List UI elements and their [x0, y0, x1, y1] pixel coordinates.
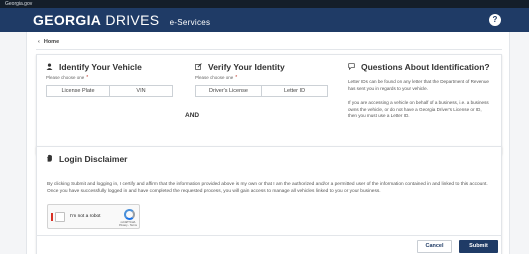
recaptcha-checkbox[interactable]	[55, 212, 65, 222]
recaptcha-privacy-terms[interactable]: Privacy - Terms	[116, 224, 140, 227]
recaptcha-label: I'm not a robot	[70, 214, 101, 219]
questions-heading: Questions About Identification?	[348, 62, 490, 72]
main-content: ‹ Home Identify Your Vehicle Please choos…	[26, 32, 510, 254]
recaptcha-logo-icon	[124, 209, 135, 220]
submit-button[interactable]: Submit	[459, 240, 498, 253]
recaptcha-widget: I'm not a robot reCAPTCHA Privacy - Term…	[47, 204, 140, 229]
identity-choose-label: Please choose one *	[195, 75, 238, 81]
verify-identity-title: Verify Your Identity	[208, 62, 285, 72]
disclaimer-card: Login Disclaimer By clicking Submit and …	[36, 146, 502, 254]
help-icon[interactable]: ?	[489, 14, 501, 26]
required-mark: *	[235, 75, 238, 81]
identify-vehicle-heading: Identify Your Vehicle	[46, 62, 142, 72]
vehicle-id-toggle: License Plate VIN	[46, 85, 173, 97]
logo-georgia: GEORGIA	[33, 12, 102, 28]
disclaimer-text: By clicking Submit and logging in, I cer…	[47, 182, 488, 194]
drivers-license-option[interactable]: Driver's License	[196, 86, 261, 96]
questions-title: Questions About Identification?	[361, 62, 490, 72]
disclaimer-heading: Login Disclaimer	[46, 154, 128, 164]
home-link[interactable]: ‹ Home	[38, 39, 59, 45]
vehicle-choose-label: Please choose one *	[46, 75, 89, 81]
required-mark: *	[86, 75, 89, 81]
person-icon	[46, 63, 55, 72]
disclaimer-title: Login Disclaimer	[59, 154, 128, 164]
identify-vehicle-title: Identify Your Vehicle	[59, 62, 142, 72]
gov-bar: Georgia.gov	[0, 0, 529, 8]
identification-card: Identify Your Vehicle Please choose one *…	[36, 54, 502, 154]
questions-paragraph-2: If you are accessing a vehicle on behalf…	[348, 100, 489, 119]
hand-icon	[46, 154, 55, 164]
home-label: Home	[43, 39, 60, 45]
license-plate-option[interactable]: License Plate	[47, 86, 109, 96]
identity-toggle: Driver's License Letter ID	[195, 85, 328, 97]
verify-identity-heading: Verify Your Identity	[195, 62, 285, 72]
chevron-left-icon: ‹	[38, 39, 40, 45]
recaptcha-brand: reCAPTCHA Privacy - Terms	[116, 221, 140, 227]
edit-icon	[195, 63, 204, 72]
site-header: GEORGIA DRIVES e-Services ?	[0, 8, 529, 32]
divider	[36, 49, 502, 50]
logo-eservices: e-Services	[169, 18, 211, 27]
questions-paragraph-1: Letter IDs can be found on any letter th…	[348, 79, 489, 91]
comment-icon	[348, 63, 357, 72]
gov-link[interactable]: Georgia.gov	[5, 0, 32, 8]
cancel-button[interactable]: Cancel	[417, 240, 452, 253]
divider	[36, 235, 502, 236]
letter-id-option[interactable]: Letter ID	[261, 86, 327, 96]
and-label: AND	[185, 112, 200, 119]
site-logo[interactable]: GEORGIA DRIVES e-Services	[33, 12, 210, 31]
captcha-error-mark	[51, 213, 53, 221]
vin-option[interactable]: VIN	[109, 86, 172, 96]
logo-drives: DRIVES	[105, 12, 160, 28]
